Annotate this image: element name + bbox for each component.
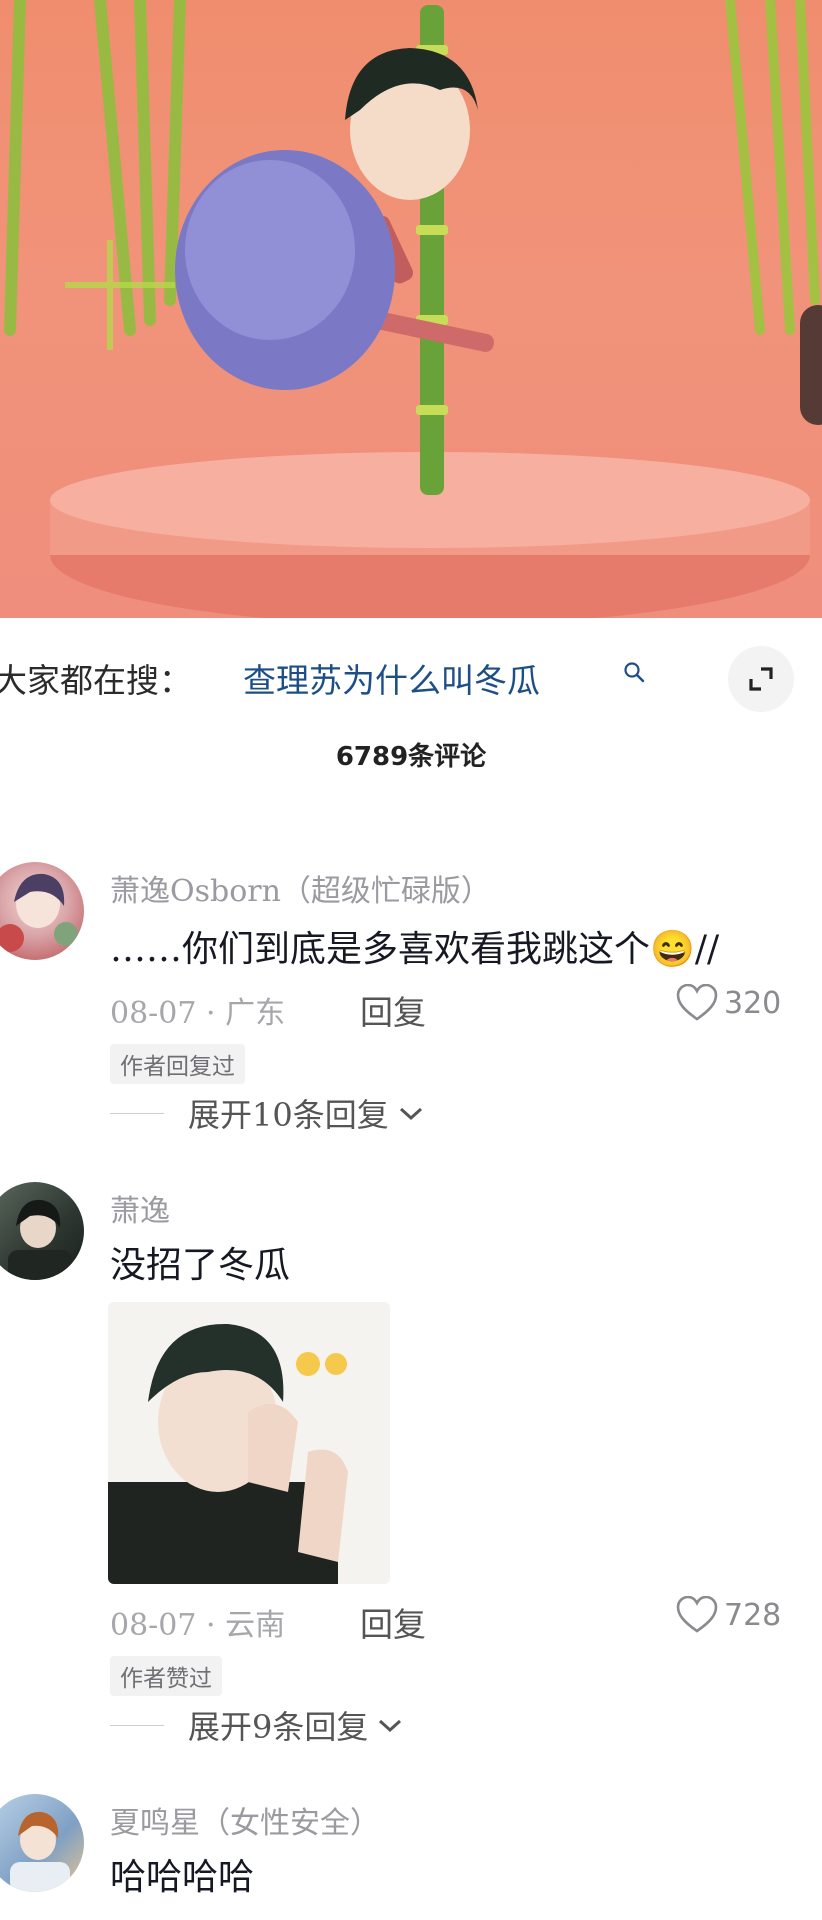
comment-item: 萧逸Osborn（超级忙碌版） ……你们到底是多喜欢看我跳这个😄// 08-07… (0, 856, 822, 1146)
comment-text: 没招了冬瓜 (110, 1245, 291, 1286)
chevron-down-icon (379, 1719, 402, 1733)
avatar[interactable] (0, 862, 84, 960)
comment-item: 萧逸 没招了冬瓜 08-07 · 云南 回复 728 作者赞过 展开9条回复 (0, 1176, 822, 1746)
comment-date-location: 08-07 · 云南 (110, 1608, 286, 1643)
chevron-down-icon (399, 1107, 422, 1121)
search-suggestion-link[interactable]: 查理苏为什么叫冬瓜 (243, 654, 540, 702)
author-replied-badge: 作者回复过 (110, 1044, 245, 1084)
like-count: 728 (724, 1597, 782, 1633)
avatar-image (10, 1811, 70, 1892)
like-button[interactable]: 320 (676, 984, 781, 1022)
username[interactable]: 萧逸 (110, 1186, 170, 1230)
video-frame (4, 0, 820, 618)
comment-sticker-image[interactable] (108, 1302, 390, 1584)
username[interactable]: 萧逸Osborn（超级忙碌版） (110, 866, 491, 910)
reply-button[interactable]: 回复 (360, 1598, 426, 1646)
heart-icon (676, 1596, 718, 1633)
author-liked-badge: 作者赞过 (110, 1656, 222, 1696)
comment-date-location: 08-07 · 广东 (110, 996, 286, 1031)
sticker-illustration (108, 1302, 390, 1584)
side-drawer-handle[interactable] (800, 305, 822, 425)
avatar-image (0, 873, 78, 952)
search-suggestion-row: 大家都在搜： 查理苏为什么叫冬瓜 (0, 618, 822, 738)
comment-text: 哈哈哈哈 (110, 1857, 255, 1898)
divider-line (110, 1724, 164, 1726)
avatar[interactable] (0, 1182, 84, 1280)
like-count: 320 (724, 985, 782, 1021)
fullscreen-button[interactable] (728, 646, 794, 712)
comment-count-title: 6789条评论 (335, 742, 487, 772)
expand-replies-label: 展开10条回复 (188, 1096, 389, 1134)
video-player[interactable] (0, 0, 822, 618)
expand-replies-label: 展开9条回复 (188, 1708, 369, 1746)
divider-line (110, 1112, 164, 1114)
like-button[interactable]: 728 (676, 1596, 781, 1634)
avatar-image (8, 1199, 72, 1280)
search-prefix-label: 大家都在搜： (0, 661, 192, 700)
expand-icon (749, 667, 773, 691)
heart-icon (676, 984, 718, 1021)
expand-replies-button[interactable]: 展开10条回复 (110, 1090, 425, 1136)
comment-text: ……你们到底是多喜欢看我跳这个😄// (110, 929, 720, 970)
avatar[interactable] (0, 1794, 84, 1892)
expand-replies-button[interactable]: 展开9条回复 (110, 1702, 404, 1748)
username[interactable]: 夏鸣星（女性安全） (110, 1798, 380, 1842)
search-icon[interactable] (622, 660, 646, 684)
reply-button[interactable]: 回复 (360, 986, 426, 1034)
comment-item: 夏鸣星（女性安全） 哈哈哈哈 (0, 1790, 822, 1920)
